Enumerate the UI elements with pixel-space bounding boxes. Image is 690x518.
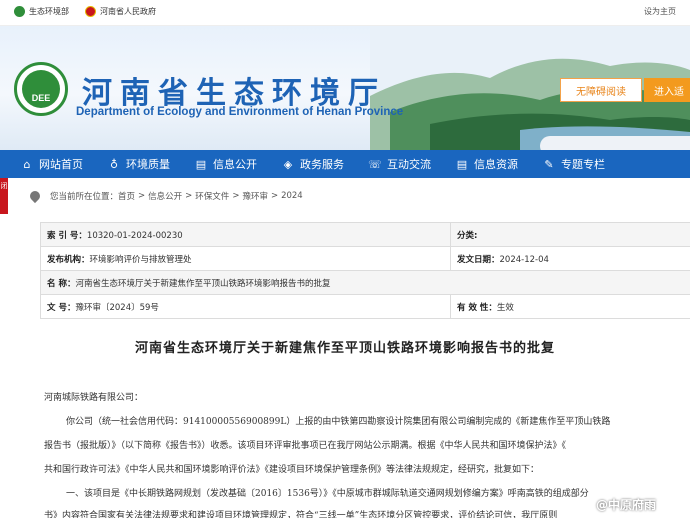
logo-text: DEE: [22, 70, 60, 108]
search-box[interactable]: [540, 136, 690, 150]
docno-cell: 文 号：豫环审〔2024〕59号: [40, 294, 451, 319]
addressee-line: 河南城际铁路有限公司：: [44, 393, 144, 403]
layers-icon: ◈: [283, 157, 293, 171]
pencil-icon: ✎: [544, 157, 554, 171]
body-line: 共和国行政许可法》《中华人民共和国环境影响评价法》《建设项目环境保护管理条例》等…: [44, 465, 540, 475]
name-value: 河南省生态环境厅关于新建焦作至平顶山铁路环境影响报告书的批复: [75, 278, 331, 289]
publisher-label: 发布机构：: [47, 254, 90, 265]
mee-emblem-icon: [14, 6, 25, 17]
accessible-reading-button[interactable]: 无障碍阅读: [560, 78, 642, 102]
people-icon: ♁: [109, 157, 119, 171]
index-value: 10320-01-2024-00230: [86, 230, 183, 241]
site-header: DEE 河南省生态环境厅 Department of Ecology and E…: [0, 26, 690, 150]
breadcrumb-prefix: 您当前所在位置：: [50, 192, 119, 202]
index-label: 索 引 号：: [47, 230, 87, 241]
publisher-cell: 发布机构：环境影响评价与排放管理处: [40, 246, 451, 271]
nav-item-label: 信息公开: [213, 158, 257, 171]
breadcrumb-item-info[interactable]: 信息公开: [148, 190, 182, 202]
date-value: 2024-12-04: [499, 254, 549, 265]
validity-label: 有 效 性：: [457, 302, 497, 313]
breadcrumb-item-yuhuanshen[interactable]: 豫环审: [242, 190, 268, 202]
breadcrumb-item-year[interactable]: 2024: [281, 191, 303, 201]
breadcrumb: 您当前所在位置： 首页 > 信息公开 > 环保文件 > 豫环审 > 2024: [27, 186, 303, 206]
landscape-banner-image: [370, 26, 690, 150]
breadcrumb-item-home[interactable]: 首页: [118, 190, 135, 202]
nav-item-label: 信息资源: [474, 158, 518, 171]
index-cell: 索 引 号：10320-01-2024-00230: [40, 222, 451, 247]
validity-cell: 有 效 性：生效: [450, 294, 690, 319]
date-label: 发文日期：: [457, 254, 500, 265]
nav-item-home[interactable]: ⌂ 网站首页: [20, 156, 84, 172]
name-cell: 名 称：河南省生态环境厅关于新建焦作至平顶山铁路环境影响报告书的批复: [40, 270, 690, 295]
document-icon: ▤: [195, 157, 207, 171]
table-row: 名 称：河南省生态环境厅关于新建焦作至平顶山铁路环境影响报告书的批复: [40, 270, 690, 295]
breadcrumb-separator: >: [232, 191, 240, 201]
top-utility-bar: 生态环境部 河南省人民政府 设为主页: [0, 0, 690, 26]
top-links: 生态环境部 河南省人民政府: [14, 6, 172, 17]
nav-item-gov-services[interactable]: ◈ 政务服务: [281, 156, 344, 172]
nav-item-interaction[interactable]: ☏ 互动交流: [368, 156, 431, 172]
breadcrumb-separator: >: [138, 191, 146, 201]
nav-item-label: 网站首页: [39, 158, 83, 171]
table-row: 索 引 号：10320-01-2024-00230 分类:: [40, 222, 690, 247]
nav-item-info-disclosure[interactable]: ▤ 信息公开: [194, 156, 257, 172]
side-close-tab[interactable]: 闭: [0, 178, 8, 214]
docno-label: 文 号：: [47, 302, 76, 313]
date-cell: 发文日期：2024-12-04: [450, 246, 690, 271]
name-label: 名 称：: [47, 278, 76, 289]
main-nav: ⌂ 网站首页 ♁ 环境质量 ▤ 信息公开 ◈ 政务服务 ☏ 互动交流 ▤ 信息资…: [0, 150, 690, 178]
body-line: 报告书（报批版）》（以下简称《报告书》）收悉。该项目环评审批事项已在我厅网站公示…: [44, 441, 567, 451]
body-line: 书》内容符合国家有关法律法规要求和建设项目环境管理规定，符合“三线一单”生态环境…: [44, 511, 558, 518]
body-line: 一、该项目是《中长期铁路网规划（发改基础〔2016〕1536号）》《中原城市群城…: [66, 489, 589, 499]
table-row: 文 号：豫环审〔2024〕59号 有 效 性：生效: [40, 294, 690, 319]
nav-item-label: 互动交流: [387, 158, 431, 171]
document-title: 河南省生态环境厅关于新建焦作至平顶山铁路环境影响报告书的批复: [134, 341, 555, 356]
elder-mode-button[interactable]: 进入适: [644, 78, 690, 102]
set-homepage-link[interactable]: 设为主页: [644, 6, 676, 17]
location-pin-icon: [27, 188, 43, 204]
docno-value: 豫环审〔2024〕59号: [75, 302, 159, 313]
body-line: 你公司（统一社会信用代码：91410000556900899L）上报的由中铁第四…: [66, 417, 611, 427]
top-link-henan-gov[interactable]: 河南省人民政府: [85, 6, 156, 17]
breadcrumb-separator: >: [185, 191, 193, 201]
nav-item-special-topics[interactable]: ✎ 专题专栏: [542, 156, 605, 172]
nav-item-env-quality[interactable]: ♁ 环境质量: [107, 156, 170, 172]
nav-item-label: 环境质量: [126, 158, 170, 171]
nav-item-label: 政务服务: [300, 158, 344, 171]
breadcrumb-item-files[interactable]: 环保文件: [195, 190, 229, 202]
nav-item-info-resources[interactable]: ▤ 信息资源: [455, 156, 518, 172]
category-cell: 分类:: [450, 222, 690, 247]
home-icon: ⌂: [23, 157, 31, 171]
breadcrumb-separator: >: [270, 191, 279, 201]
site-subtitle: Department of Ecology and Environment of…: [76, 106, 404, 118]
top-link-mee[interactable]: 生态环境部: [14, 6, 69, 17]
national-emblem-icon: [85, 6, 96, 17]
category-label: 分类:: [457, 230, 478, 241]
top-link-label: 生态环境部: [29, 7, 69, 16]
document-meta-table: 索 引 号：10320-01-2024-00230 分类: 发布机构：环境影响评…: [40, 222, 690, 319]
weibo-watermark: @中原府雨: [596, 498, 657, 512]
publisher-value: 环境影响评价与排放管理处: [89, 254, 192, 265]
chat-icon: ☏: [368, 157, 382, 171]
validity-value: 生效: [496, 302, 514, 313]
top-link-label: 河南省人民政府: [100, 7, 156, 16]
department-logo[interactable]: DEE: [14, 62, 68, 116]
table-row: 发布机构：环境影响评价与排放管理处 发文日期：2024-12-04: [40, 246, 690, 271]
document-icon: ▤: [456, 157, 468, 171]
nav-item-label: 专题专栏: [561, 158, 605, 171]
